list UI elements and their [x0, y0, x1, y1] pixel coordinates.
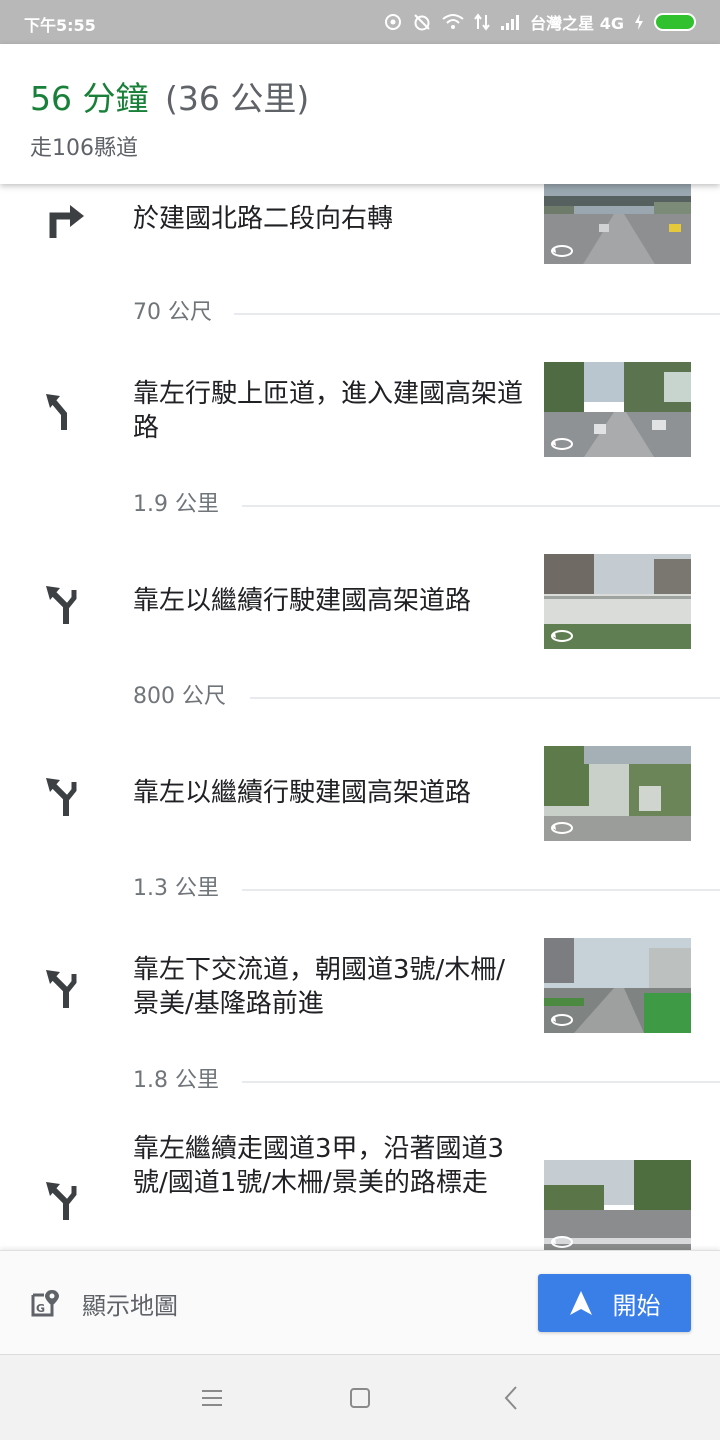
step-distance: 800 公尺	[133, 682, 240, 712]
step-distance-divider: 1.3 公里	[0, 874, 720, 904]
navigation-arrow-icon	[569, 1291, 592, 1315]
360-view-icon	[551, 822, 573, 834]
directions-list[interactable]: 於建國北路二段向右轉 70 公尺 靠左行駛上匝道，進入建國高架道路 1.9 公里…	[0, 184, 720, 1250]
back-icon[interactable]	[497, 1383, 527, 1413]
step-instruction: 靠左行駛上匝道，進入建國高架道路	[133, 379, 524, 443]
street-view-thumbnail[interactable]	[544, 938, 691, 1033]
show-map-button[interactable]: G 顯示地圖	[30, 1281, 178, 1325]
wifi-icon	[442, 14, 464, 29]
step-distance-divider: 1.8 公里	[0, 1066, 720, 1096]
360-view-icon	[551, 245, 573, 257]
battery-icon	[654, 13, 696, 31]
route-summary-header: 56 分鐘 (36 公里) 走106縣道	[0, 44, 720, 184]
street-view-thumbnail[interactable]	[544, 746, 691, 841]
svg-text:G: G	[36, 1302, 45, 1315]
signal-icon	[501, 15, 520, 30]
street-view-thumbnail[interactable]	[544, 184, 691, 264]
route-duration: 56 分鐘	[30, 79, 149, 118]
street-view-thumbnail[interactable]	[544, 1160, 691, 1250]
start-label: 開始	[612, 1291, 661, 1320]
360-view-icon	[551, 630, 573, 642]
fork-left-icon	[46, 970, 77, 1008]
360-view-icon	[551, 1014, 573, 1026]
system-navigation-bar	[0, 1354, 720, 1440]
step-distance: 70 公尺	[133, 298, 226, 328]
menu-icon[interactable]	[197, 1383, 227, 1413]
step-instruction: 靠左下交流道，朝國道3號/木柵/景美/基隆路前進	[133, 955, 506, 1019]
route-via: 走106縣道	[30, 136, 138, 161]
status-time: 下午5:55	[24, 16, 96, 35]
alarm-off-icon	[414, 14, 430, 31]
status-icons: 台灣之星 4G	[384, 8, 696, 36]
route-distance: (36 公里)	[164, 79, 310, 118]
home-icon[interactable]	[345, 1383, 375, 1413]
charging-icon	[635, 14, 643, 30]
step-distance-divider: 70 公尺	[0, 298, 720, 328]
step-instruction: 靠左繼續走國道3甲，沿著國道3號/國道1號/木柵/景美的路標走	[133, 1134, 505, 1198]
data-arrows-icon	[474, 13, 490, 31]
bottom-action-bar: G 顯示地圖 開始	[0, 1250, 720, 1354]
carrier-label: 台灣之星 4G	[530, 14, 624, 33]
street-view-thumbnail[interactable]	[544, 554, 691, 649]
street-view-thumbnail[interactable]	[544, 362, 691, 457]
map-icon: G	[31, 1290, 59, 1317]
step-distance: 1.9 公里	[133, 490, 233, 520]
fork-left-icon	[46, 586, 77, 624]
turn-right-icon	[49, 205, 84, 238]
fork-left-icon	[46, 1182, 77, 1220]
step-instruction: 靠左以繼續行駛建國高架道路	[133, 778, 472, 808]
step-distance: 1.8 公里	[133, 1066, 233, 1096]
step-distance: 1.3 公里	[133, 874, 233, 904]
step-distance-divider: 800 公尺	[0, 682, 720, 712]
360-view-icon	[551, 438, 573, 450]
status-bar: 下午5:55 台灣之星 4G	[0, 0, 720, 44]
show-map-label: 顯示地圖	[82, 1291, 178, 1320]
step-instruction: 靠左以繼續行駛建國高架道路	[133, 586, 472, 616]
route-summary: 56 分鐘 (36 公里)	[30, 72, 309, 120]
location-icon	[385, 14, 402, 30]
step-distance-divider: 1.9 公里	[0, 490, 720, 520]
step-instruction: 於建國北路二段向右轉	[133, 204, 394, 234]
360-view-icon	[551, 1236, 573, 1248]
start-navigation-button[interactable]: 開始	[538, 1274, 691, 1332]
keep-left-icon	[46, 394, 67, 430]
fork-left-icon	[46, 778, 77, 816]
